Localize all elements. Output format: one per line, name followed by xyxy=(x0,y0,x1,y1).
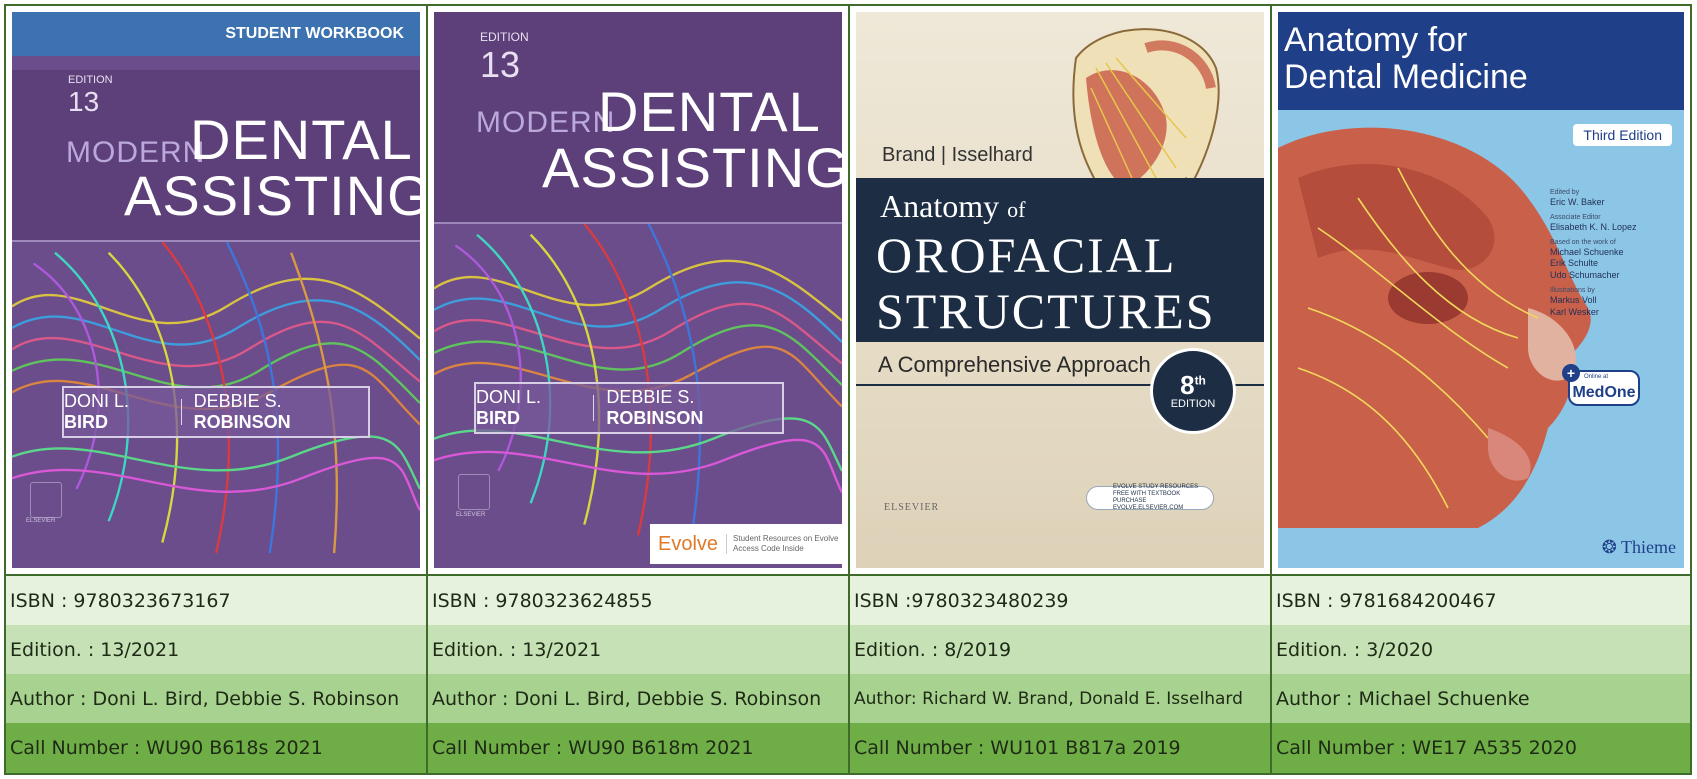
edition-cell: Edition. : 13/2021 xyxy=(428,625,850,674)
credit-assoc-editor: Elisabeth K. N. Lopez xyxy=(1550,221,1637,232)
author2-last: ROBINSON xyxy=(193,412,291,432)
author-box: DONI L. BIRD DEBBIE S. ROBINSON xyxy=(62,386,370,438)
edition-label: EDITION xyxy=(480,30,529,44)
cover-authors: Brand | Isselhard xyxy=(882,144,1033,166)
book-cover-cell: EDITION 13 MODERN DENTAL ASSISTING DONI … xyxy=(428,6,850,576)
cover-title: Anatomy for Dental Medicine xyxy=(1284,21,1528,97)
author-separator xyxy=(180,399,182,425)
isbn-cell: ISBN : 9780323624855 xyxy=(428,576,850,625)
author2-first: DEBBIE S. xyxy=(193,391,282,411)
cover-credits: Edited by Eric W. Baker Associate Editor… xyxy=(1550,184,1637,318)
call-number-cell: Call Number : WU90 B618s 2021 xyxy=(6,723,428,773)
author1-first: DONI L. xyxy=(64,391,130,411)
title-anatomy: Anatomy xyxy=(880,188,1000,224)
book-cover-cell: Brand | Isselhard Anatomy of OROFACIAL S… xyxy=(850,6,1272,576)
publisher-label: ELSEVIER xyxy=(26,518,56,524)
title-small: MODERN xyxy=(476,106,616,139)
title-line2: Dental Medicine xyxy=(1284,58,1528,97)
credit-based2: Erik Schulte xyxy=(1550,258,1599,269)
edition-cell: Edition. : 8/2019 xyxy=(850,625,1272,674)
author-cell: Author : Doni L. Bird, Debbie S. Robinso… xyxy=(6,674,428,723)
credit-illus1: Markus Voll xyxy=(1550,294,1597,305)
plus-icon: + xyxy=(1562,364,1580,382)
call-number-cell: Call Number : WU90 B618m 2021 xyxy=(428,723,850,773)
edition-cell: Edition. : 3/2020 xyxy=(1272,625,1690,674)
evolve-badge: Evolve Student Resources on Evolve Acces… xyxy=(650,524,842,564)
credit-based3: Udo Schumacher xyxy=(1550,270,1620,281)
edition-badge: Third Edition xyxy=(1573,124,1672,146)
credit-based-on: Based on the work of xyxy=(1550,238,1616,246)
publisher-label: ❂ Thieme xyxy=(1602,537,1676,558)
credit-illus-label: Illustrations by xyxy=(1550,286,1595,294)
title-anatomy-of: Anatomy of xyxy=(880,188,1025,225)
cover-banner: STUDENT WORKBOOK xyxy=(12,12,420,56)
edition-label: EDITION xyxy=(68,74,113,86)
title-line1: DENTAL xyxy=(598,80,821,143)
author-cell: Author : Doni L. Bird, Debbie S. Robinso… xyxy=(428,674,850,723)
call-number-cell: Call Number : WE17 A535 2020 xyxy=(1272,723,1690,773)
edition-number: 8 xyxy=(1180,370,1195,400)
edition-badge: 8th EDITION xyxy=(1150,348,1236,434)
credit-editor: Eric W. Baker xyxy=(1550,197,1605,208)
isbn-cell: ISBN :9780323480239 xyxy=(850,576,1272,625)
book-cover-anatomy-of-orofacial-structures[interactable]: Brand | Isselhard Anatomy of OROFACIAL S… xyxy=(856,12,1264,568)
evolve-sub: Student Resources on Evolve Access Code … xyxy=(726,534,839,554)
publisher-name: Thieme xyxy=(1621,537,1676,557)
author2-last: ROBINSON xyxy=(606,408,704,428)
edition-number: 13 xyxy=(68,86,100,117)
cover-subtitle: A Comprehensive Approach xyxy=(878,352,1151,377)
book-grid: STUDENT WORKBOOK EDITION 13 MODERN DENTA… xyxy=(4,4,1692,775)
title-line1: DENTAL xyxy=(190,108,413,171)
book-cover-cell: STUDENT WORKBOOK EDITION 13 MODERN DENTA… xyxy=(6,6,428,576)
title-line1: OROFACIAL xyxy=(876,227,1177,283)
book-cover-anatomy-for-dental-medicine[interactable]: Anatomy for Dental Medicine Third Editio… xyxy=(1278,12,1684,568)
edition-number: 13 xyxy=(480,44,521,85)
book-cover-modern-dental-assisting-workbook[interactable]: STUDENT WORKBOOK EDITION 13 MODERN DENTA… xyxy=(12,12,420,568)
elsevier-logo-icon xyxy=(30,482,62,518)
pill-line1: EVOLVE STUDY RESOURCES xyxy=(1113,484,1199,491)
credit-edited-by: Edited by xyxy=(1550,189,1580,196)
title-of: of xyxy=(1007,197,1026,222)
title-line2: ASSISTING xyxy=(542,136,842,199)
author2-first: DEBBIE S. xyxy=(606,387,695,407)
publisher-label: ELSEVIER xyxy=(456,512,486,518)
medone-badge: + Online at MedOne xyxy=(1562,364,1640,406)
evolve-sub-line2: Access Code Inside xyxy=(733,544,804,553)
publisher-label: ELSEVIER xyxy=(884,502,940,513)
author-separator xyxy=(593,395,595,421)
pill-line2: FREE WITH TEXTBOOK PURCHASE xyxy=(1113,491,1181,504)
online-at-label: Online at xyxy=(1584,374,1609,380)
title-line1: Anatomy for xyxy=(1284,21,1468,59)
thieme-logo-icon: ❂ xyxy=(1601,537,1617,557)
author-cell: Author : Michael Schuenke xyxy=(1272,674,1690,723)
author1-last: BIRD xyxy=(476,408,520,428)
evolve-label: Evolve xyxy=(658,532,719,555)
elsevier-logo-icon xyxy=(458,474,490,510)
book-cover-cell: Anatomy for Dental Medicine Third Editio… xyxy=(1272,6,1690,576)
author1-last: BIRD xyxy=(64,412,108,432)
title-line2: ASSISTING xyxy=(124,164,420,227)
author-cell: Author: Richard W. Brand, Donald E. Isse… xyxy=(850,674,1272,723)
evolve-resources-pill: EVOLVE STUDY RESOURCES FREE WITH TEXTBOO… xyxy=(1086,484,1214,511)
evolve-sub-line1: Student Resources on Evolve xyxy=(733,534,839,544)
isbn-cell: ISBN : 9780323673167 xyxy=(6,576,428,625)
pill-line3: EVOLVE.ELSEVIER.COM xyxy=(1113,504,1184,511)
credit-illus2: Karl Wesker xyxy=(1550,306,1599,317)
title-line2: STRUCTURES xyxy=(876,283,1216,339)
edition-label: EDITION xyxy=(1170,398,1216,410)
credit-based1: Michael Schuenke xyxy=(1550,246,1624,257)
medone-label: MedOne xyxy=(1572,384,1636,401)
call-number-cell: Call Number : WU101 B817a 2019 xyxy=(850,723,1272,773)
book-cover-modern-dental-assisting[interactable]: EDITION 13 MODERN DENTAL ASSISTING DONI … xyxy=(434,12,842,568)
author-box: DONI L. BIRD DEBBIE S. ROBINSON xyxy=(474,382,784,434)
edition-cell: Edition. : 13/2021 xyxy=(6,625,428,674)
isbn-cell: ISBN : 9781684200467 xyxy=(1272,576,1690,625)
author1-first: DONI L. xyxy=(476,387,542,407)
edition-suffix: th xyxy=(1194,373,1206,388)
credit-assoc-label: Associate Editor xyxy=(1550,213,1601,221)
